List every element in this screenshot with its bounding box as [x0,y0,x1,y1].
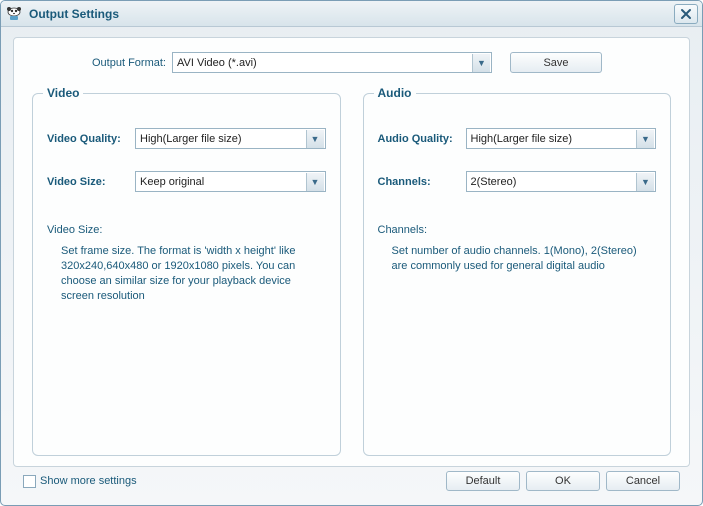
video-size-label: Video Size: [47,176,135,188]
close-icon [680,8,692,20]
show-more-checkbox[interactable] [23,475,36,488]
settings-columns: Video Video Quality: High(Larger file si… [32,93,671,456]
audio-help-text: Set number of audio channels. 1(Mono), 2… [378,244,657,274]
video-size-value: Keep original [140,176,204,188]
video-quality-label: Video Quality: [47,133,135,145]
video-fieldset: Video Video Quality: High(Larger file si… [32,93,341,456]
chevron-down-icon: ▼ [636,173,654,191]
video-quality-select[interactable]: High(Larger file size) ▼ [135,128,326,149]
chevron-down-icon: ▼ [472,54,490,72]
audio-help-title: Channels: [378,224,657,236]
chevron-down-icon: ▼ [636,130,654,148]
save-button[interactable]: Save [510,52,602,73]
inner-panel: Output Format: AVI Video (*.avi) ▼ Save … [13,37,690,467]
output-format-label: Output Format: [92,57,166,69]
ok-button[interactable]: OK [526,471,600,491]
close-button[interactable] [674,4,698,24]
chevron-down-icon: ▼ [306,130,324,148]
window-title: Output Settings [29,7,674,21]
video-help-title: Video Size: [47,224,326,236]
output-format-row: Output Format: AVI Video (*.avi) ▼ Save [32,52,671,73]
cancel-button[interactable]: Cancel [606,471,680,491]
video-help-text: Set frame size. The format is 'width x h… [47,244,326,303]
output-format-select[interactable]: AVI Video (*.avi) ▼ [172,52,492,73]
content-area: Output Format: AVI Video (*.avi) ▼ Save … [1,27,702,505]
audio-quality-label: Audio Quality: [378,133,466,145]
titlebar: Output Settings [1,1,702,27]
audio-channels-value: 2(Stereo) [471,176,517,188]
audio-channels-label: Channels: [378,176,466,188]
output-format-value: AVI Video (*.avi) [177,57,257,69]
video-quality-value: High(Larger file size) [140,133,241,145]
audio-quality-select[interactable]: High(Larger file size) ▼ [466,128,657,149]
audio-fieldset: Audio Audio Quality: High(Larger file si… [363,93,672,456]
show-more-wrap: Show more settings [23,475,440,488]
show-more-label[interactable]: Show more settings [40,475,137,487]
app-icon [5,5,23,23]
video-quality-row: Video Quality: High(Larger file size) ▼ [47,128,326,149]
audio-channels-select[interactable]: 2(Stereo) ▼ [466,171,657,192]
audio-channels-row: Channels: 2(Stereo) ▼ [378,171,657,192]
output-settings-window: Output Settings Output Format: AVI Video… [0,0,703,506]
footer: Show more settings Default OK Cancel [13,467,690,495]
chevron-down-icon: ▼ [306,173,324,191]
audio-quality-row: Audio Quality: High(Larger file size) ▼ [378,128,657,149]
video-legend: Video [43,86,83,100]
audio-quality-value: High(Larger file size) [471,133,572,145]
video-size-row: Video Size: Keep original ▼ [47,171,326,192]
default-button[interactable]: Default [446,471,520,491]
video-size-select[interactable]: Keep original ▼ [135,171,326,192]
audio-legend: Audio [374,86,416,100]
